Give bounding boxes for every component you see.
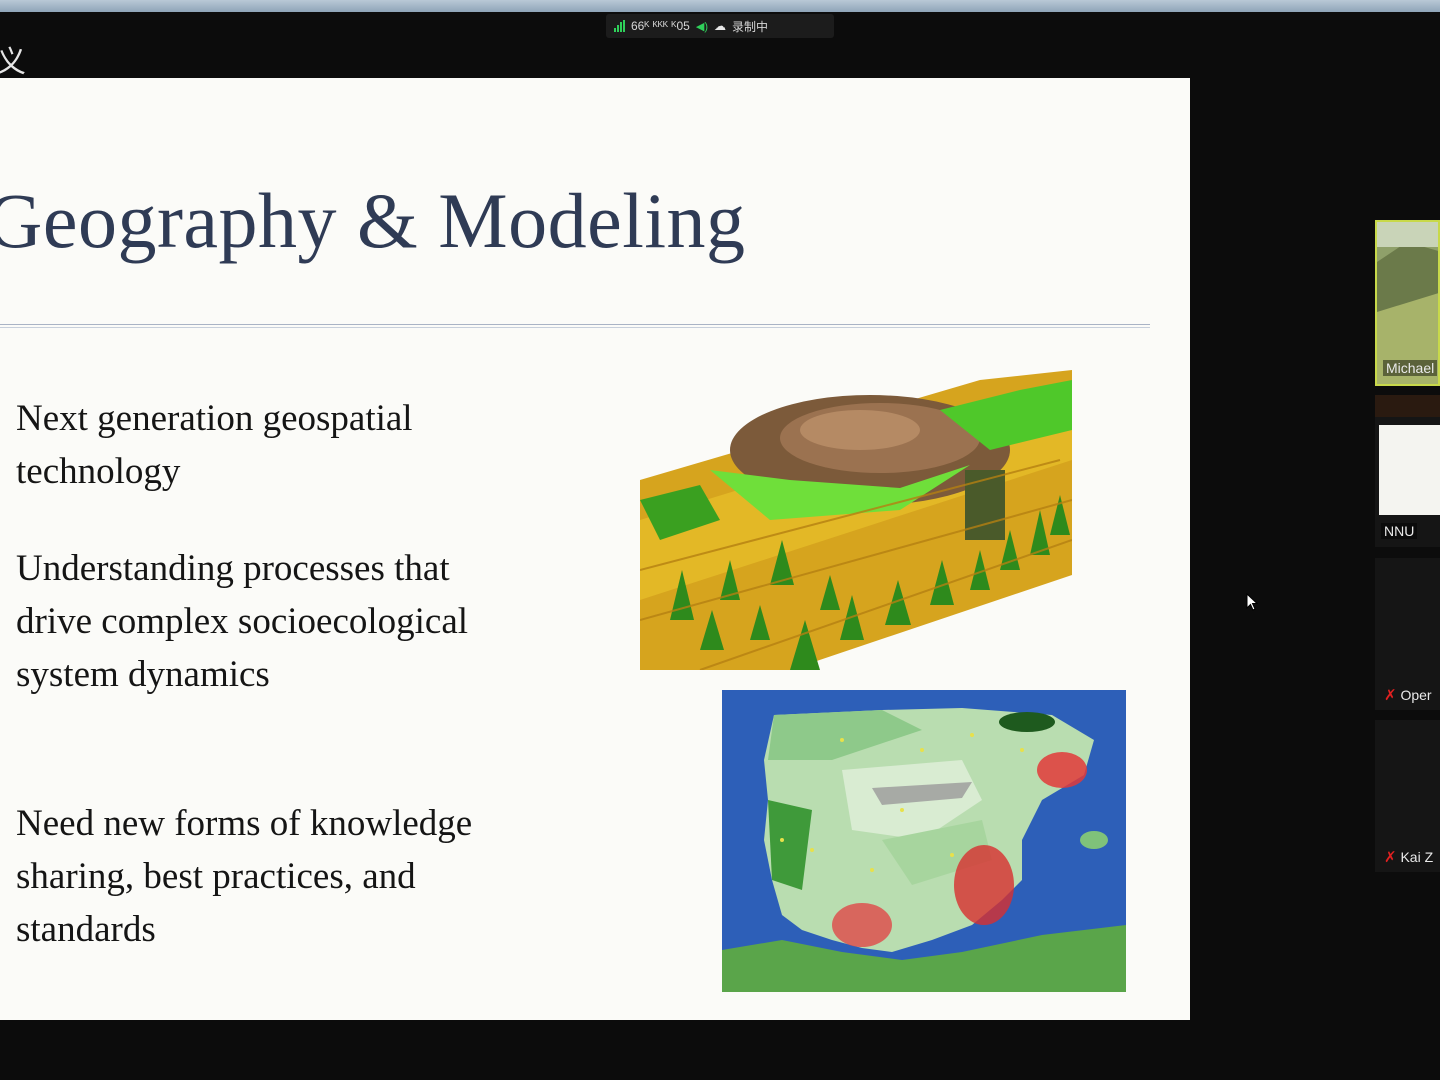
bullet-text-3: Need new forms of knowledge sharing, bes…: [16, 803, 473, 950]
title-divider: [0, 324, 1150, 328]
participant-name: Michael: [1383, 360, 1438, 376]
iberia-landcover-map-image: [722, 690, 1126, 992]
recording-status: 录制中: [731, 19, 768, 34]
participant-name: Kai Z: [1400, 849, 1434, 865]
participant-tile-kai[interactable]: ✗ Kai Z: [1375, 720, 1440, 872]
meeting-status-bar: 66ᴷ ᴷᴷᴷ ᴷ05 ◀) ☁ 录制中: [606, 14, 834, 38]
participant-label-row: ✗ Oper: [1381, 686, 1435, 704]
signal-strength-icon: [614, 20, 625, 32]
participant-name: NNU: [1381, 523, 1418, 539]
speaker-icon[interactable]: ◀): [696, 20, 708, 33]
participant-label-row: ✗ Kai Z: [1381, 848, 1436, 866]
window-top-strip: [0, 0, 1440, 12]
participant-tile-nnu[interactable]: NNU: [1375, 395, 1440, 547]
shared-slide: Geography & Modeling Next generation geo…: [0, 78, 1190, 1020]
mic-muted-icon: ✗: [1384, 848, 1397, 866]
bullet-text-1: Next generation geospatial technology: [16, 398, 413, 492]
network-speed: 66ᴷ ᴷᴷᴷ ᴷ05: [631, 19, 690, 33]
participant-name: Oper: [1400, 687, 1432, 703]
bullet-text-2: Understanding processes that drive compl…: [16, 548, 469, 695]
close-icon[interactable]: 义: [0, 48, 26, 78]
slide-title: Geography & Modeling: [0, 177, 746, 264]
participant-video-screen: [1379, 425, 1440, 515]
participant-video-top: [1375, 395, 1440, 417]
mic-muted-icon: ✗: [1384, 686, 1397, 704]
cloud-record-icon: ☁: [713, 19, 726, 33]
participant-tile-michael[interactable]: Michael: [1375, 220, 1440, 386]
mouse-cursor-icon: [1246, 593, 1259, 611]
participant-tile-oper[interactable]: ✗ Oper: [1375, 558, 1440, 710]
terrain-model-image: [640, 370, 1072, 670]
